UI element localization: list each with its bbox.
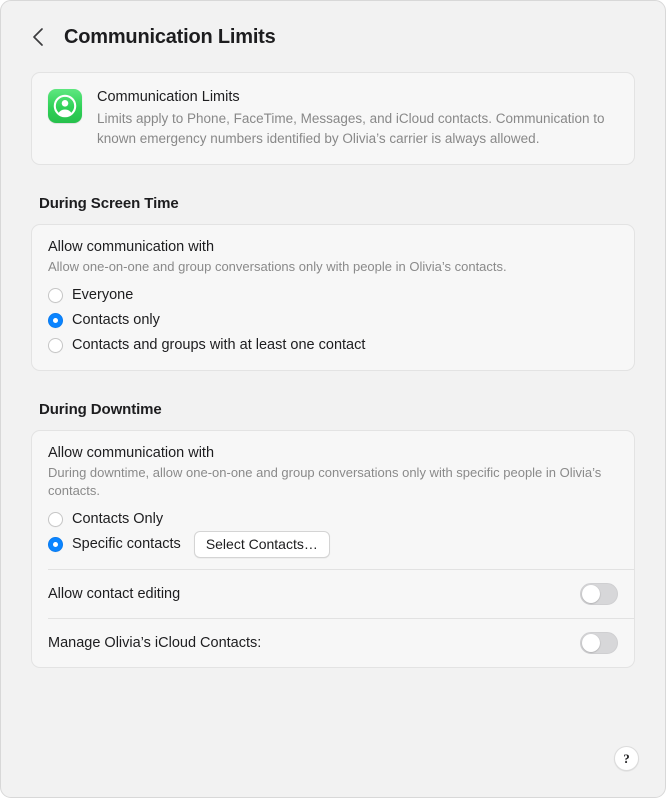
radio-everyone[interactable] bbox=[48, 287, 63, 303]
downtime-card-body: Allow communication with During downtime… bbox=[32, 431, 634, 569]
info-card-title: Communication Limits bbox=[97, 89, 240, 105]
radio-label-everyone: Everyone bbox=[72, 287, 134, 303]
info-card: Communication Limits Limits apply to Pho… bbox=[31, 72, 635, 165]
radio-label-specific-contacts: Specific contacts bbox=[72, 536, 181, 552]
radio-row-contacts-only[interactable]: Contacts only bbox=[48, 308, 618, 333]
radio-contacts-and-groups[interactable] bbox=[48, 337, 63, 353]
row-manage-icloud-contacts: Manage Olivia’s iCloud Contacts: bbox=[32, 619, 634, 667]
radio-specific-contacts[interactable] bbox=[48, 536, 63, 552]
toggle-manage-icloud-contacts[interactable] bbox=[580, 631, 618, 654]
info-card-description: Limits apply to Phone, FaceTime, Message… bbox=[97, 111, 605, 146]
help-button[interactable]: ? bbox=[614, 746, 639, 771]
radio-label-downtime-contacts-only: Contacts Only bbox=[72, 511, 164, 527]
section-title-downtime: During Downtime bbox=[39, 400, 162, 418]
label-manage-icloud-contacts: Manage Olivia’s iCloud Contacts: bbox=[48, 634, 262, 651]
toggle-knob bbox=[582, 584, 600, 603]
toggle-allow-contact-editing[interactable] bbox=[580, 582, 618, 605]
window-header: Communication Limits bbox=[1, 1, 665, 51]
section-title-screen-time: During Screen Time bbox=[39, 195, 179, 212]
screen-time-group-label: Allow communication with bbox=[48, 239, 215, 255]
screen-time-card-body: Allow communication with Allow one-on-on… bbox=[32, 225, 634, 370]
select-contacts-button[interactable]: Select Contacts… bbox=[193, 530, 330, 558]
radio-label-contacts-only: Contacts only bbox=[72, 312, 160, 328]
radio-label-contacts-and-groups: Contacts and groups with at least one co… bbox=[72, 337, 366, 353]
row-allow-contact-editing: Allow contact editing bbox=[32, 570, 634, 618]
radio-row-everyone[interactable]: Everyone bbox=[48, 283, 618, 308]
communication-limits-app-icon bbox=[48, 89, 82, 123]
page-title: Communication Limits bbox=[64, 25, 276, 48]
radio-downtime-contacts-only[interactable] bbox=[48, 511, 63, 527]
downtime-radio-group: Contacts Only Specific contacts Select C… bbox=[48, 507, 618, 558]
screen-time-radio-group: Everyone Contacts only Contacts and grou… bbox=[48, 283, 618, 358]
screen-time-card: Allow communication with Allow one-on-on… bbox=[31, 224, 635, 371]
back-button[interactable] bbox=[23, 23, 51, 51]
toggle-knob bbox=[582, 633, 600, 652]
radio-row-downtime-contacts-only[interactable]: Contacts Only bbox=[48, 507, 618, 532]
downtime-group-description: During downtime, allow one-on-one and gr… bbox=[48, 464, 602, 499]
person-circle-icon bbox=[53, 94, 77, 118]
downtime-card: Allow communication with During downtime… bbox=[31, 429, 635, 668]
help-row: ? bbox=[614, 746, 639, 771]
chevron-left-icon bbox=[32, 28, 43, 46]
radio-row-specific-contacts[interactable]: Specific contacts Select Contacts… bbox=[48, 530, 618, 558]
radio-row-contacts-and-groups[interactable]: Contacts and groups with at least one co… bbox=[48, 333, 618, 358]
communication-limits-window: Communication Limits Communication Limit… bbox=[0, 0, 666, 798]
downtime-group-label: Allow communication with bbox=[48, 444, 215, 461]
radio-contacts-only[interactable] bbox=[48, 312, 63, 328]
label-allow-contact-editing: Allow contact editing bbox=[48, 585, 181, 602]
screen-time-group-description: Allow one-on-one and group conversations… bbox=[48, 259, 507, 274]
info-text: Communication Limits Limits apply to Pho… bbox=[97, 87, 618, 148]
